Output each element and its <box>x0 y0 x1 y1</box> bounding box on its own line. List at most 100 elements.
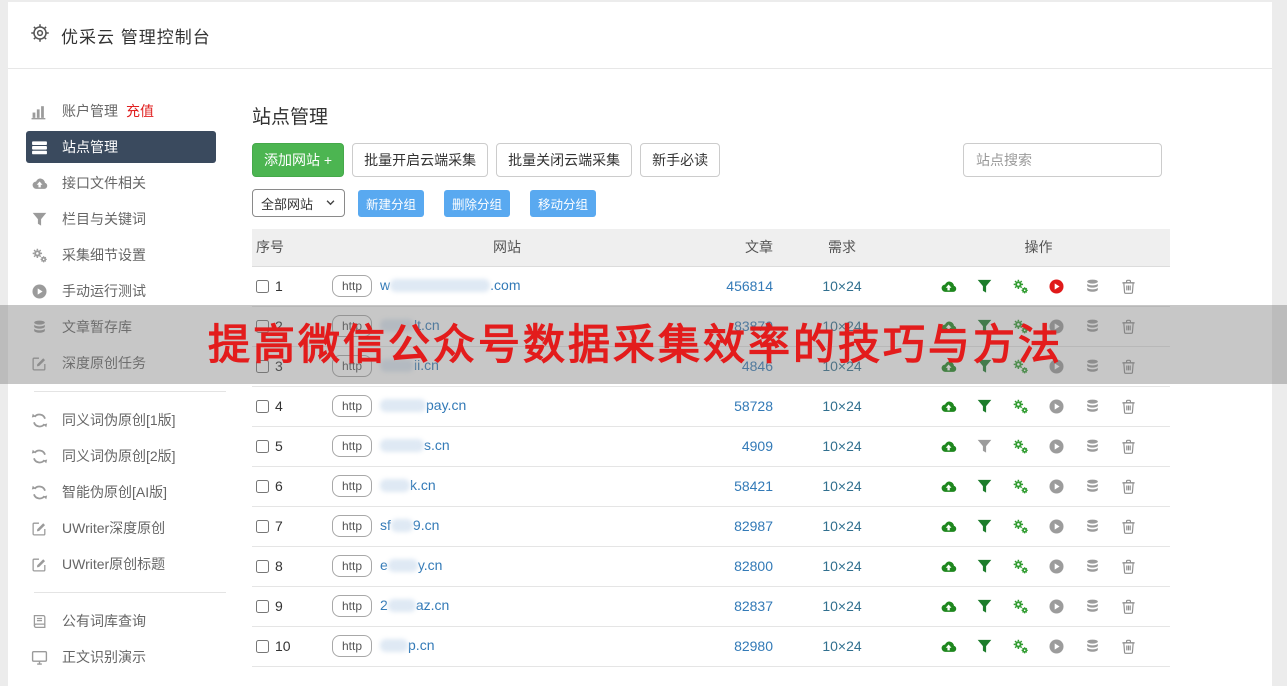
sidebar-item[interactable]: 同义词伪原创[2版] <box>8 438 252 474</box>
run-icon[interactable] <box>1048 278 1065 295</box>
site-search-input[interactable] <box>963 143 1162 177</box>
filter-icon[interactable] <box>976 478 993 495</box>
article-count[interactable]: 82987 <box>734 518 773 534</box>
filter-icon[interactable] <box>976 518 993 535</box>
storage-icon[interactable] <box>1084 558 1101 575</box>
run-icon[interactable] <box>1048 558 1065 575</box>
article-count[interactable]: 58728 <box>734 398 773 414</box>
storage-icon[interactable] <box>1084 438 1101 455</box>
protocol-badge[interactable]: http <box>332 475 373 497</box>
site-domain[interactable]: pay.cn <box>380 397 466 413</box>
site-domain[interactable]: e y.cn <box>380 557 442 573</box>
row-checkbox[interactable] <box>256 400 269 413</box>
sidebar-item[interactable]: UWriter深度原创 <box>8 510 252 546</box>
cloud-upload-icon[interactable] <box>940 558 957 575</box>
protocol-badge[interactable]: http <box>332 595 373 617</box>
sidebar-item[interactable]: 公有词库查询 <box>8 603 252 639</box>
settings-icon[interactable] <box>1012 478 1029 495</box>
row-checkbox[interactable] <box>256 520 269 533</box>
group-filter-select[interactable]: 全部网站 <box>252 189 345 217</box>
sidebar-item[interactable]: UWriter原创标题 <box>8 546 252 582</box>
add-site-button[interactable]: 添加网站 + <box>252 143 345 177</box>
row-checkbox[interactable] <box>256 640 269 653</box>
sidebar-item[interactable]: 智能伪原创[AI版] <box>8 474 252 510</box>
storage-icon[interactable] <box>1084 518 1101 535</box>
settings-icon[interactable] <box>1012 278 1029 295</box>
protocol-badge[interactable]: http <box>332 515 373 537</box>
delete-icon[interactable] <box>1120 478 1137 495</box>
sidebar-item[interactable]: 手动运行测试 <box>8 273 252 309</box>
new-group-button[interactable]: 新建分组 <box>358 189 425 217</box>
filter-icon[interactable] <box>976 438 993 455</box>
storage-icon[interactable] <box>1084 638 1101 655</box>
protocol-badge[interactable]: http <box>332 635 373 657</box>
row-checkbox[interactable] <box>256 440 269 453</box>
cloud-upload-icon[interactable] <box>940 478 957 495</box>
cloud-upload-icon[interactable] <box>940 398 957 415</box>
settings-icon[interactable] <box>1012 598 1029 615</box>
move-group-button[interactable]: 移动分组 <box>530 189 597 217</box>
site-domain[interactable]: w .com <box>380 277 520 293</box>
settings-icon[interactable] <box>1012 438 1029 455</box>
cloud-upload-icon[interactable] <box>940 598 957 615</box>
sidebar-item[interactable]: 同义词伪原创[1版] <box>8 402 252 438</box>
batch-open-button[interactable]: 批量开启云端采集 <box>352 143 489 177</box>
run-icon[interactable] <box>1048 478 1065 495</box>
newbie-guide-button[interactable]: 新手必读 <box>640 143 721 177</box>
sidebar-item[interactable]: 采集细节设置 <box>8 237 252 273</box>
sidebar-item[interactable]: 接口文件相关 <box>8 165 252 201</box>
batch-close-button[interactable]: 批量关闭云端采集 <box>496 143 633 177</box>
delete-icon[interactable] <box>1120 278 1137 295</box>
settings-icon[interactable] <box>1012 398 1029 415</box>
run-icon[interactable] <box>1048 518 1065 535</box>
article-count[interactable]: 4909 <box>742 438 773 454</box>
storage-icon[interactable] <box>1084 278 1101 295</box>
cloud-upload-icon[interactable] <box>940 518 957 535</box>
article-count[interactable]: 82980 <box>734 638 773 654</box>
settings-icon[interactable] <box>1012 558 1029 575</box>
article-count[interactable]: 82837 <box>734 598 773 614</box>
run-icon[interactable] <box>1048 598 1065 615</box>
storage-icon[interactable] <box>1084 598 1101 615</box>
row-checkbox[interactable] <box>256 280 269 293</box>
run-icon[interactable] <box>1048 638 1065 655</box>
filter-icon[interactable] <box>976 638 993 655</box>
protocol-badge[interactable]: http <box>332 275 373 297</box>
filter-icon[interactable] <box>976 558 993 575</box>
site-domain[interactable]: s.cn <box>380 437 450 453</box>
filter-icon[interactable] <box>976 598 993 615</box>
delete-group-button[interactable]: 删除分组 <box>444 189 511 217</box>
row-checkbox[interactable] <box>256 560 269 573</box>
filter-icon[interactable] <box>976 398 993 415</box>
cloud-upload-icon[interactable] <box>940 638 957 655</box>
delete-icon[interactable] <box>1120 558 1137 575</box>
sidebar-item[interactable]: 账户管理 充值 <box>8 93 252 129</box>
row-checkbox[interactable] <box>256 600 269 613</box>
site-domain[interactable]: k.cn <box>380 477 436 493</box>
delete-icon[interactable] <box>1120 638 1137 655</box>
article-count[interactable]: 82800 <box>734 558 773 574</box>
site-domain[interactable]: sf 9.cn <box>380 517 439 533</box>
storage-icon[interactable] <box>1084 398 1101 415</box>
row-checkbox[interactable] <box>256 480 269 493</box>
settings-icon[interactable] <box>1012 638 1029 655</box>
delete-icon[interactable] <box>1120 598 1137 615</box>
site-domain[interactable]: 2 az.cn <box>380 597 449 613</box>
storage-icon[interactable] <box>1084 478 1101 495</box>
cloud-upload-icon[interactable] <box>940 278 957 295</box>
protocol-badge[interactable]: http <box>332 435 373 457</box>
delete-icon[interactable] <box>1120 518 1137 535</box>
article-count[interactable]: 456814 <box>726 278 773 294</box>
sidebar-item[interactable]: 站点管理 <box>26 131 216 163</box>
settings-icon[interactable] <box>1012 518 1029 535</box>
delete-icon[interactable] <box>1120 438 1137 455</box>
protocol-badge[interactable]: http <box>332 555 373 577</box>
article-count[interactable]: 58421 <box>734 478 773 494</box>
site-domain[interactable]: p.cn <box>380 637 434 653</box>
filter-icon[interactable] <box>976 278 993 295</box>
recharge-link[interactable]: 充值 <box>126 101 154 121</box>
run-icon[interactable] <box>1048 398 1065 415</box>
cloud-upload-icon[interactable] <box>940 438 957 455</box>
sidebar-item[interactable]: 栏目与关键词 <box>8 201 252 237</box>
protocol-badge[interactable]: http <box>332 395 373 417</box>
